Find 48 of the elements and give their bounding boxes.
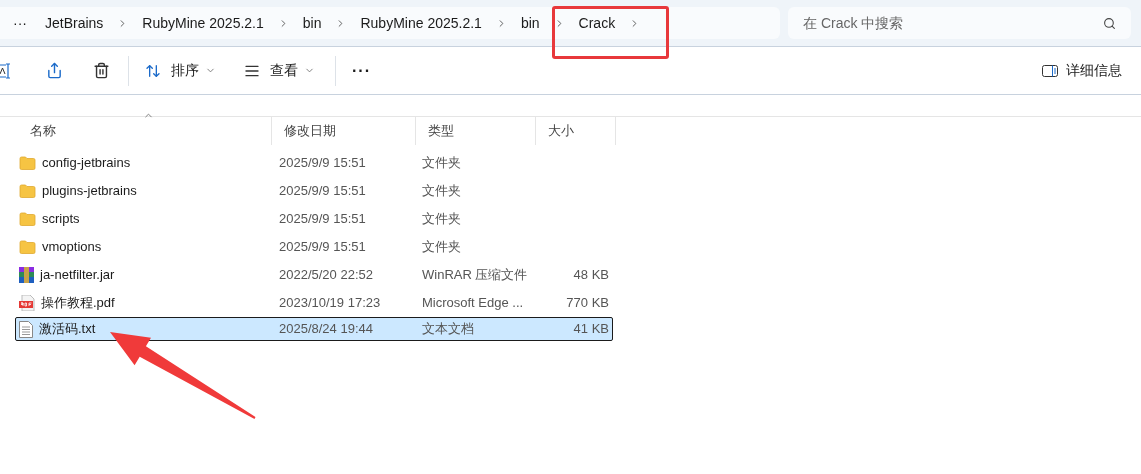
toolbar-menu-button[interactable]: 查看	[242, 60, 317, 81]
file-name: vmoptions	[42, 238, 102, 257]
file-type: 文件夹	[421, 154, 462, 173]
file-type: 文件夹	[421, 210, 462, 229]
file-type: WinRAR 压缩文件	[421, 266, 527, 285]
modified-date: 2025/9/9 15:51	[278, 182, 367, 201]
file-name: plugins-jetbrains	[42, 182, 137, 201]
column-header[interactable]: 大小	[536, 117, 616, 145]
file-type: Microsoft Edge ...	[421, 294, 525, 313]
breadcrumb[interactable]: bin	[293, 12, 331, 34]
modified-date: 2022/5/20 22:52	[278, 266, 374, 285]
file-row[interactable]: ja-netfilter.jar 2022/5/20 22:52 WinRAR 压缩文件 48 KB	[15, 261, 613, 289]
file-name: ja-netfilter.jar	[40, 266, 115, 285]
file-size: 41 KB	[572, 320, 610, 339]
breadcrumb[interactable]: RubyMine 2025.2.1	[133, 12, 273, 34]
column-header[interactable]: 修改日期	[272, 117, 416, 145]
breadcrumb[interactable]: Crack	[569, 12, 625, 34]
modified-date: 2025/8/24 19:44	[278, 320, 374, 339]
more-button[interactable]: ···	[352, 58, 371, 83]
column-header[interactable]: 名称	[18, 117, 272, 145]
file-type: 文件夹	[421, 182, 462, 201]
column-header[interactable]: 类型	[416, 117, 536, 145]
file-name: 激活码.txt	[39, 320, 96, 339]
breadcrumb[interactable]: RubyMine 2025.2.1	[351, 12, 491, 34]
modified-date: 2025/9/9 15:51	[278, 238, 367, 257]
file-name: config-jetbrains	[42, 154, 131, 173]
file-size: 770 KB	[565, 294, 610, 313]
file-row[interactable]: plugins-jetbrains 2025/9/9 15:51 文件夹	[15, 177, 613, 205]
search-field[interactable]: 在 Crack 中搜索	[788, 7, 1131, 39]
overflow-crumb[interactable]: ···	[0, 12, 36, 34]
details-button[interactable]: 详细信息	[1042, 60, 1122, 81]
breadcrumb[interactable]: bin	[511, 12, 549, 34]
file-name: 操作教程.pdf	[41, 294, 115, 313]
file-row[interactable]: vmoptions 2025/9/9 15:51 文件夹	[15, 233, 613, 261]
modified-date: 2023/10/19 17:23	[278, 294, 382, 313]
file-type: 文件夹	[421, 238, 462, 257]
modified-date: 2025/9/9 15:51	[278, 210, 367, 229]
file-row[interactable]: scripts 2025/9/9 15:51 文件夹	[15, 205, 613, 233]
file-row[interactable]: 操作教程.pdf 2023/10/19 17:23 Microsoft Edge ... 770 KB	[15, 289, 613, 317]
breadcrumb[interactable]: JetBrains	[36, 12, 113, 34]
file-row[interactable]: 激活码.txt 2025/8/24 19:44 文本文档 41 KB	[15, 317, 613, 341]
address-bar[interactable]: ··· JetBrains RubyMine 2025.2.1 bin RubyMine 2025.2.1 bin Crack	[0, 7, 780, 39]
modified-date: 2025/9/9 15:51	[278, 154, 367, 173]
toolbar-menu-button[interactable]: 排序	[143, 60, 218, 81]
file-row[interactable]: config-jetbrains 2025/9/9 15:51 文件夹	[15, 149, 613, 177]
file-name: scripts	[42, 210, 80, 229]
file-size: 48 KB	[572, 266, 610, 285]
file-type: 文本文档	[421, 320, 475, 339]
